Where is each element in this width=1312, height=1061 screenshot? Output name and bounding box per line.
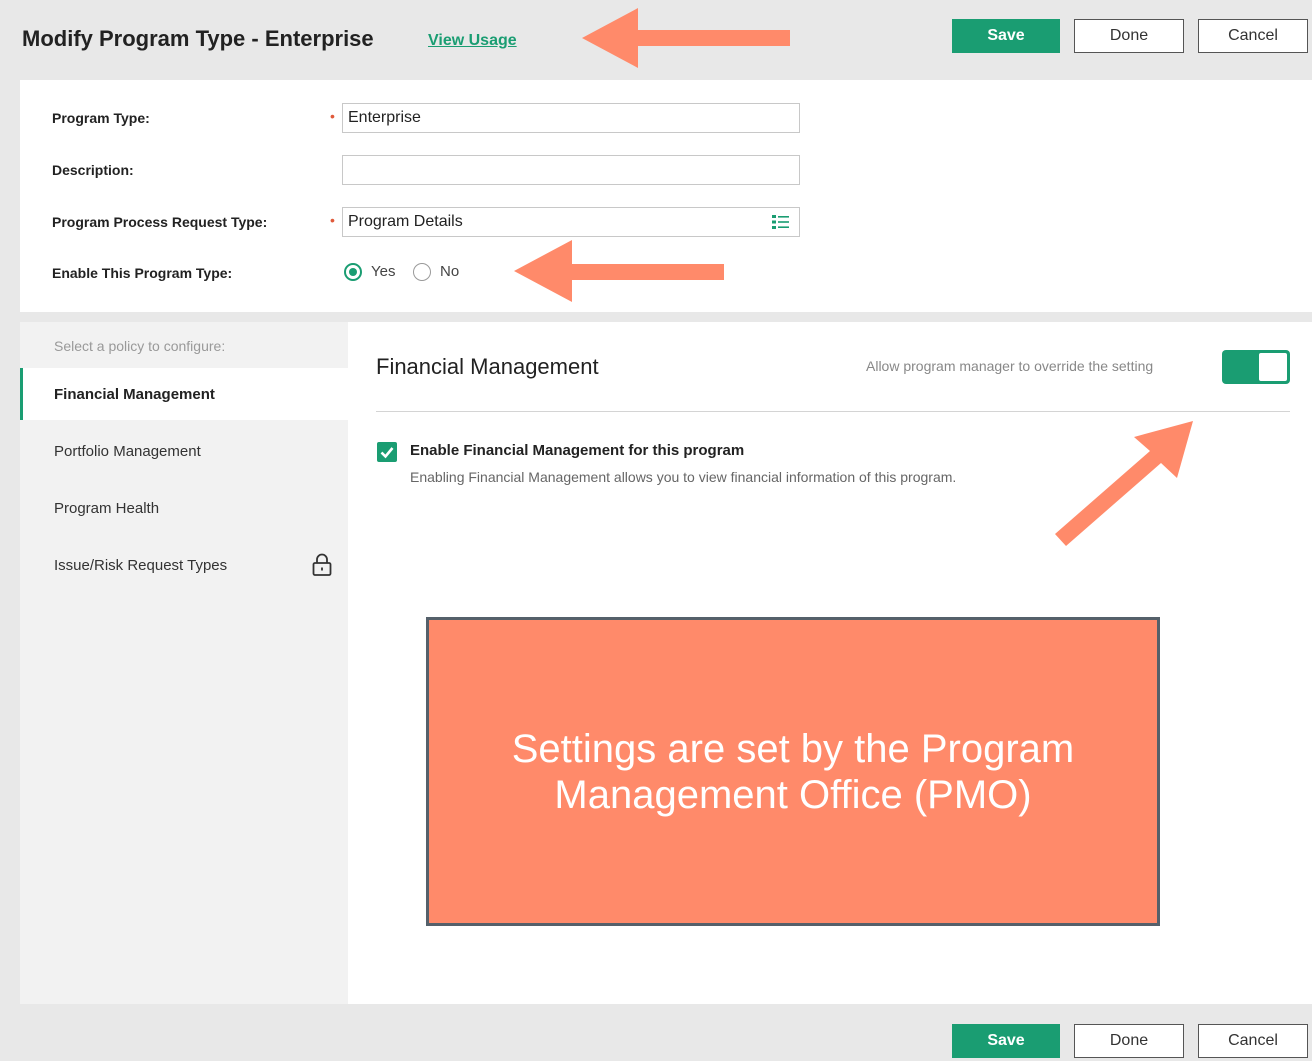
policy-nav-hint: Select a policy to configure:: [54, 338, 226, 354]
pmo-callout: Settings are set by the Program Manageme…: [426, 617, 1160, 926]
program-type-input[interactable]: [342, 103, 800, 133]
annotation-arrow-left-icon: [514, 240, 724, 302]
enable-financial-management-label: Enable Financial Management for this pro…: [410, 442, 745, 459]
footer-cancel-button[interactable]: Cancel: [1198, 1024, 1308, 1058]
policy-item-label: Program Health: [54, 499, 160, 517]
page-title: Modify Program Type - Enterprise: [22, 26, 374, 51]
policy-item-label: Issue/Risk Request Types: [54, 556, 228, 574]
policy-item-issue-risk-request-types[interactable]: Issue/Risk Request Types: [20, 539, 348, 591]
cancel-button[interactable]: Cancel: [1198, 19, 1308, 53]
override-setting-label: Allow program manager to override the se…: [866, 358, 1154, 374]
footer-save-button[interactable]: Save: [952, 1024, 1060, 1058]
done-button[interactable]: Done: [1074, 19, 1184, 53]
required-marker: •: [330, 108, 335, 124]
footer-done-button[interactable]: Done: [1074, 1024, 1184, 1058]
enable-financial-management-checkbox[interactable]: [377, 442, 397, 462]
override-setting-toggle[interactable]: [1222, 350, 1290, 384]
annotation-arrow-left-icon: [582, 8, 790, 68]
view-usage-link[interactable]: View Usage: [428, 32, 517, 50]
annotation-arrow-up-right-icon: [1055, 421, 1193, 546]
list-select-icon[interactable]: [772, 214, 790, 230]
enable-financial-management-description: Enabling Financial Management allows you…: [410, 469, 957, 485]
description-label: Description:: [52, 162, 134, 178]
save-button[interactable]: Save: [952, 19, 1060, 53]
section-divider: [376, 411, 1290, 412]
policy-item-program-health[interactable]: Program Health: [20, 482, 348, 534]
policy-item-portfolio-management[interactable]: Portfolio Management: [20, 425, 348, 477]
toggle-knob: [1259, 353, 1287, 381]
policy-item-financial-management[interactable]: Financial Management: [20, 368, 348, 420]
required-marker: •: [330, 212, 335, 228]
process-request-type-input[interactable]: [342, 207, 800, 237]
section-title: Financial Management: [376, 354, 599, 379]
enable-yes-radio[interactable]: [344, 263, 362, 281]
description-input[interactable]: [342, 155, 800, 185]
enable-no-label: No: [440, 263, 460, 280]
pmo-callout-text: Settings are set by the Program Manageme…: [511, 726, 1075, 817]
policy-item-label: Financial Management: [54, 385, 215, 403]
enable-program-type-label: Enable This Program Type:: [52, 265, 233, 281]
process-request-type-label: Program Process Request Type:: [52, 214, 268, 230]
enable-yes-label: Yes: [371, 263, 396, 280]
program-type-label: Program Type:: [52, 110, 150, 126]
lock-icon: [312, 553, 332, 576]
policy-item-label: Portfolio Management: [54, 442, 201, 460]
checkmark-icon: [380, 447, 394, 459]
enable-no-radio[interactable]: [413, 263, 431, 281]
